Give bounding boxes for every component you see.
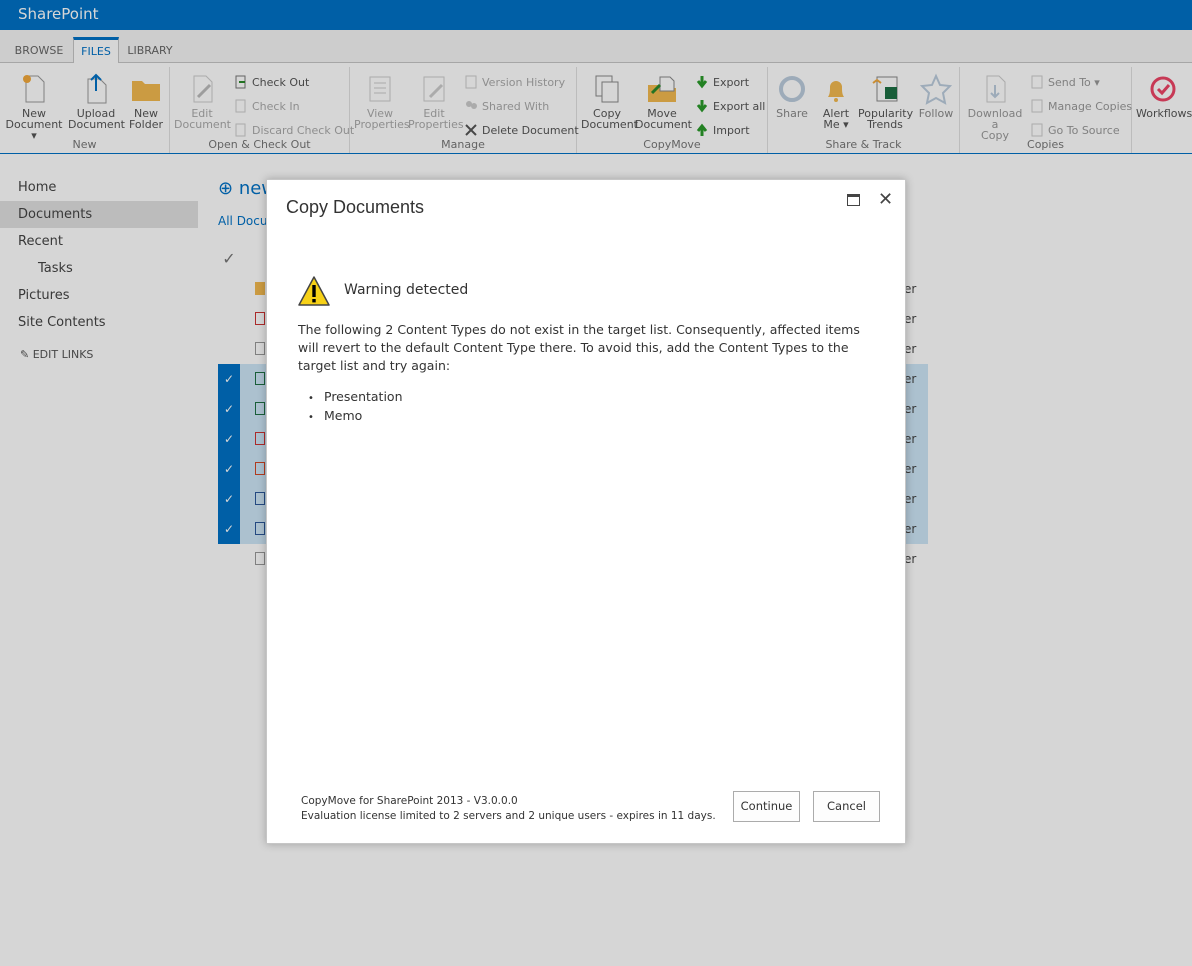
list-item: Presentation: [324, 388, 403, 407]
list-item: Memo: [324, 407, 403, 426]
warning-heading: Warning detected: [344, 282, 469, 298]
warning-icon: [298, 276, 330, 306]
cancel-button[interactable]: Cancel: [813, 791, 880, 822]
maximize-icon[interactable]: [847, 194, 860, 206]
close-icon[interactable]: ✕: [878, 189, 893, 210]
copy-documents-dialog: Copy Documents ✕ Warning detected The fo…: [266, 179, 906, 844]
dialog-title: Copy Documents: [286, 197, 425, 217]
continue-button[interactable]: Continue: [733, 791, 800, 822]
license-info: Evaluation license limited to 2 servers …: [301, 810, 716, 822]
product-version: CopyMove for SharePoint 2013 - V3.0.0.0: [301, 795, 518, 807]
warning-message: The following 2 Content Types do not exi…: [298, 322, 860, 373]
content-type-list: Presentation Memo: [324, 388, 403, 426]
dialog-footer-info: CopyMove for SharePoint 2013 - V3.0.0.0 …: [301, 794, 716, 824]
